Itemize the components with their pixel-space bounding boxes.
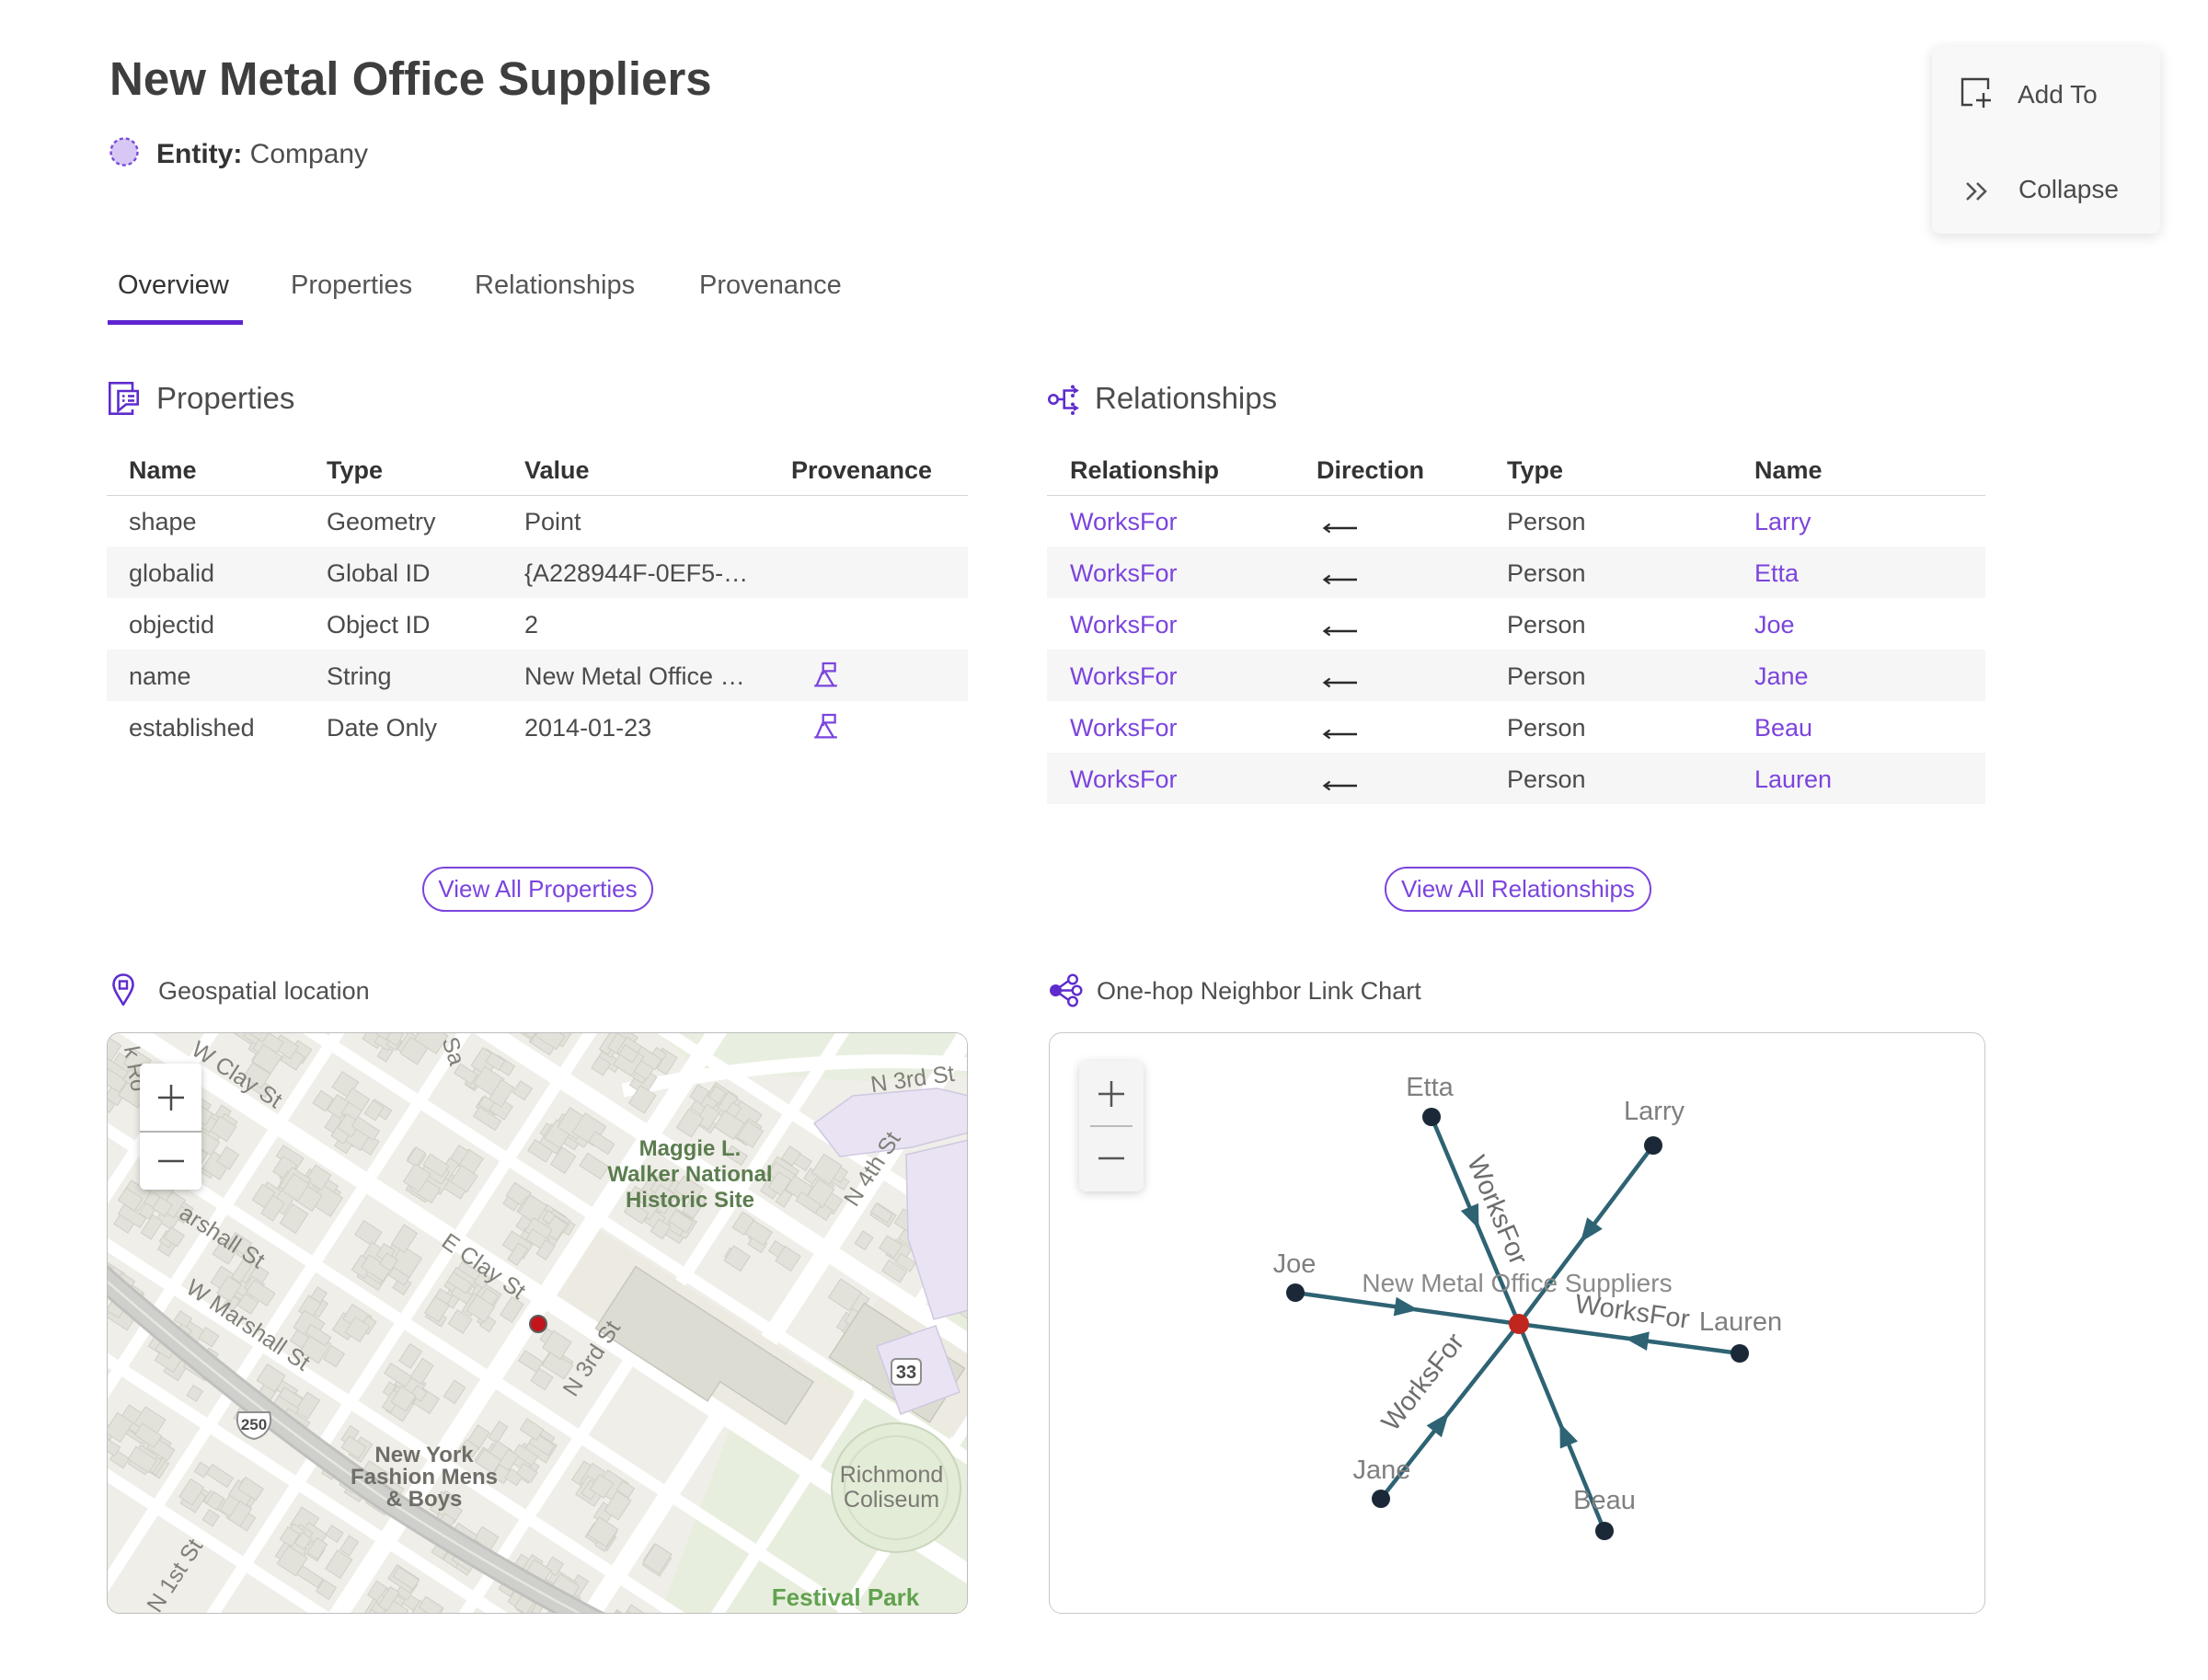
svg-text:Fashion Mens: Fashion Mens [351,1465,498,1490]
svg-text:WorksFor: WorksFor [1376,1328,1470,1437]
svg-text:New York: New York [374,1443,474,1467]
svg-text:Etta: Etta [1406,1073,1454,1102]
svg-text:& Boys: & Boys [386,1487,463,1512]
svg-text:250: 250 [241,1416,267,1433]
svg-text:Lauren: Lauren [1699,1307,1782,1337]
svg-text:Jane: Jane [1353,1456,1411,1485]
svg-text:New Metal Office Suppliers: New Metal Office Suppliers [1362,1269,1672,1297]
svg-text:Coliseum: Coliseum [844,1487,939,1513]
svg-text:Walker National: Walker National [607,1162,772,1187]
svg-text:Maggie L.: Maggie L. [639,1136,742,1161]
svg-text:Beau: Beau [1573,1486,1636,1515]
svg-text:33: 33 [896,1363,916,1383]
svg-text:Historic Site: Historic Site [626,1188,754,1213]
svg-text:Festival Park: Festival Park [772,1583,920,1611]
svg-text:Richmond: Richmond [840,1462,944,1488]
svg-text:Larry: Larry [1624,1097,1685,1126]
svg-text:Joe: Joe [1273,1249,1317,1279]
